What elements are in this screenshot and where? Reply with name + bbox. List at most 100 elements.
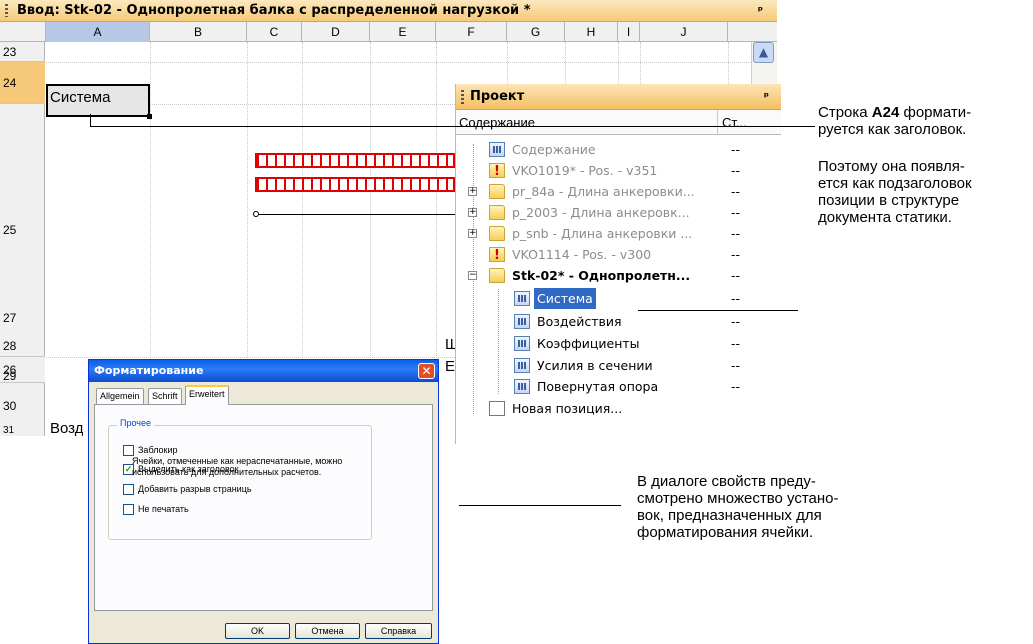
tree-item-label: Коэффициенты (537, 336, 640, 351)
tree-item-system[interactable]: Система -- (456, 288, 781, 309)
row-30-header[interactable]: 30 (0, 396, 45, 416)
row-27-header[interactable]: 27 (0, 308, 45, 328)
grip-icon[interactable] (461, 90, 464, 104)
annotation-line: смотрено множество устано- (637, 490, 839, 507)
corner-cell[interactable] (0, 22, 46, 42)
column-d-header[interactable]: D (302, 22, 370, 42)
tree-item-rotated-support[interactable]: Повернутая опора -- (456, 376, 781, 397)
dialog-title: Форматирование (94, 364, 204, 377)
tab-allgemein[interactable]: Allgemein (96, 388, 144, 404)
checkbox[interactable] (123, 484, 134, 495)
warning-folder-icon (489, 161, 505, 182)
tree-item-label: Новая позиция... (512, 401, 623, 416)
callout-line-dialog (459, 505, 621, 506)
column-c-header[interactable]: C (247, 22, 302, 42)
fill-handle[interactable] (147, 114, 152, 119)
project-titlebar[interactable]: Проект ᵖ (456, 84, 781, 110)
tree-item-status: -- (731, 226, 741, 241)
annotation-line: форматирования ячейки. (637, 524, 814, 541)
tree-item-label: pr_84a - Длина анкеровки... (512, 184, 695, 199)
tab-erweitert[interactable]: Erweitert (185, 385, 229, 405)
column-a-header[interactable]: A (46, 22, 150, 42)
grip-icon[interactable] (5, 4, 8, 17)
cell-f29-text: Е (445, 358, 456, 375)
column-h-header[interactable]: H (565, 22, 618, 42)
scroll-up-icon[interactable]: ▲ (753, 42, 774, 63)
tree-item-status: -- (731, 142, 741, 157)
tab-schrift[interactable]: Schrift (148, 388, 182, 404)
annotation-line: ется как подзаголовок (818, 175, 972, 192)
project-column-header: Содержание Ст... (456, 110, 781, 135)
row-28-header[interactable]: 28 (0, 336, 45, 356)
help-button[interactable]: Справка (365, 623, 432, 639)
tree-item-section-forces[interactable]: Усилия в сечении -- (456, 355, 781, 376)
tree-item-label: Усилия в сечении (537, 358, 653, 373)
column-f-header[interactable]: F (436, 22, 507, 42)
checkbox[interactable] (123, 445, 134, 456)
pin-icon[interactable]: ᵖ (758, 0, 763, 22)
pin-icon[interactable]: ᵖ (764, 84, 769, 110)
tree-item-p2003[interactable]: + p_2003 - Длина анкеровк... -- (456, 202, 781, 223)
support-node (253, 211, 259, 217)
group-title: Прочее (117, 418, 154, 428)
new-document-icon (489, 401, 505, 416)
column-status-header[interactable]: Ст... (719, 110, 747, 135)
expand-icon[interactable]: + (468, 208, 477, 217)
row-23-header[interactable]: 23 (0, 42, 45, 62)
document-icon (514, 336, 530, 351)
beam-line (256, 214, 456, 215)
tree-item-status: -- (731, 163, 741, 178)
cell-a24[interactable]: Система (46, 84, 152, 119)
row-24-header[interactable]: 24 (0, 62, 45, 104)
tree-item-status: -- (731, 314, 741, 329)
collapse-icon[interactable]: − (468, 271, 477, 280)
tree-item-psnb[interactable]: + p_snb - Длина анкеровки ... -- (456, 223, 781, 244)
tree-item-status: -- (731, 291, 741, 306)
folder-icon (489, 184, 505, 199)
tree-item-actions[interactable]: Воздействия -- (456, 311, 781, 332)
column-b-header[interactable]: B (150, 22, 247, 42)
tree-item-vko1114[interactable]: VKO1114 - Pos. - v300 -- (456, 244, 781, 266)
annotation-dialog: В диалоге свойств преду- смотрено множес… (637, 473, 877, 541)
tree-item-status: -- (731, 358, 741, 373)
formatting-dialog: Форматирование ✕ Allgemein Schrift Erwei… (88, 359, 439, 644)
tree-item-pr84a[interactable]: + pr_84a - Длина анкеровки... -- (456, 181, 781, 202)
column-e-header[interactable]: E (370, 22, 436, 42)
ok-button[interactable]: OK (225, 623, 290, 639)
tree-item-vko1019[interactable]: VKO1019* - Pos. - v351 -- (456, 160, 781, 182)
close-icon[interactable]: ✕ (418, 363, 435, 379)
dialog-titlebar[interactable]: Форматирование ✕ (89, 360, 438, 382)
annotation-line: вок, предназначенных для (637, 507, 822, 524)
column-content-header[interactable]: Содержание (456, 110, 718, 135)
tree-item-label: Система (534, 288, 596, 309)
warning-folder-icon (489, 245, 505, 266)
project-title: Проект (470, 89, 525, 104)
sheet-titlebar[interactable]: Ввод: Stk-02 - Однопролетная балка с рас… (0, 0, 777, 22)
expand-icon[interactable]: + (468, 187, 477, 196)
tree-item-status: -- (731, 247, 741, 262)
row-31-header[interactable]: 31 (0, 424, 45, 436)
tree-item-label: VKO1114 - Pos. - v300 (512, 247, 652, 262)
tree-item-status: -- (731, 205, 741, 220)
tree-item-coefficients[interactable]: Коэффициенты -- (456, 333, 781, 354)
annotation-text: руется как заголовок. (818, 121, 967, 138)
column-i-header[interactable]: I (618, 22, 640, 42)
tree-item-label: Воздействия (537, 314, 622, 329)
tree-item-stk02[interactable]: − Stk-02* - Однопролетн... -- (456, 265, 781, 286)
row-29-header[interactable]: 29 (0, 366, 45, 386)
cancel-button[interactable]: Отмена (295, 623, 360, 639)
tree-item-label: Повернутая опора (537, 379, 659, 394)
expand-icon[interactable]: + (468, 229, 477, 238)
column-g-header[interactable]: G (507, 22, 565, 42)
tree-item-new-position[interactable]: Новая позиция... (456, 398, 781, 419)
tree-item-contents[interactable]: Содержание -- (456, 139, 781, 160)
tree-item-status: -- (731, 379, 741, 394)
tree-item-label: VKO1019* - Pos. - v351 (512, 163, 658, 178)
column-j-header[interactable]: J (640, 22, 728, 42)
open-folder-icon (489, 268, 505, 283)
annotation-bold: A24 (871, 104, 900, 121)
folder-icon (489, 226, 505, 241)
annotation-line: Поэтому она появля- (818, 158, 965, 175)
checkbox[interactable] (123, 504, 134, 515)
column-header: A B C D E F G H I J (0, 22, 777, 42)
